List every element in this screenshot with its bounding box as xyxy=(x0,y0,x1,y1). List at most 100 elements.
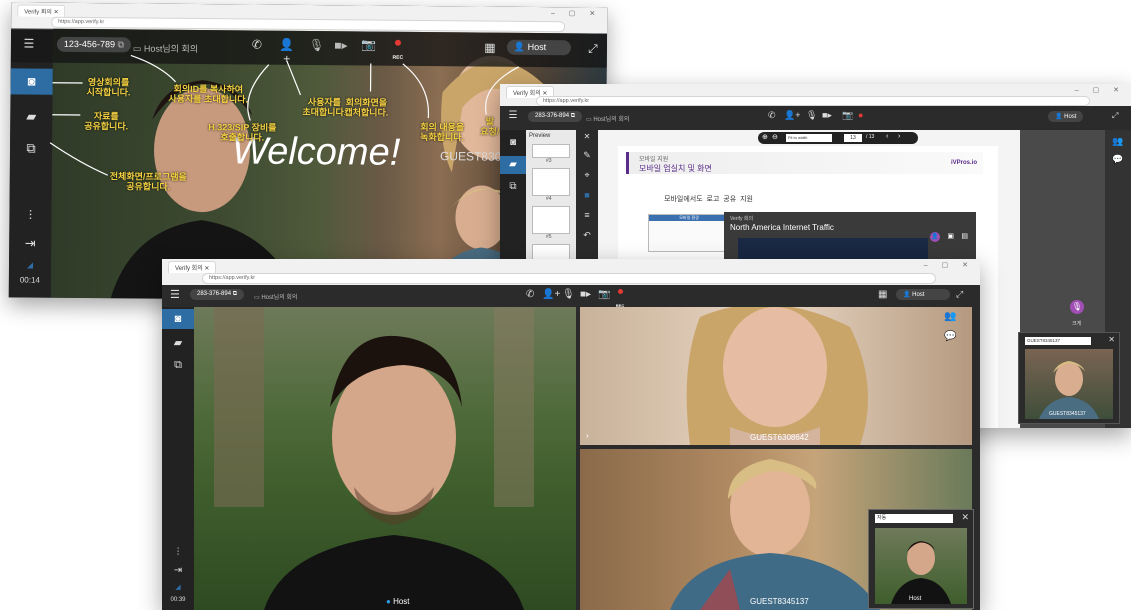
pen-icon[interactable]: ✎ xyxy=(576,150,598,161)
guest1-label: GUEST6308642 xyxy=(750,433,809,442)
traffic-title: North America Internet Traffic xyxy=(730,223,834,232)
traffic-source: Verify 회의 xyxy=(730,216,754,222)
lines-icon[interactable]: ≡ xyxy=(576,210,598,220)
preview-thumb-2[interactable] xyxy=(532,168,570,196)
address-bar[interactable]: https://app.verify.kr xyxy=(202,273,936,284)
settings-sliders-icon[interactable]: ⫶ xyxy=(162,547,194,558)
capture-icon[interactable]: 📷 xyxy=(598,289,610,300)
expand-icon[interactable]: ⤢ xyxy=(956,289,963,300)
host-figure xyxy=(214,307,534,610)
speaker-avatar-icon[interactable]: 👤 xyxy=(930,232,940,242)
doc-menu: 모바일에서도 로고 공유 지원 xyxy=(664,196,753,203)
screen-icon[interactable]: ▤ xyxy=(961,232,968,240)
zoom-out-icon[interactable]: ⊖ xyxy=(772,133,778,141)
screen-share-icon[interactable]: ⧉ xyxy=(162,355,194,375)
user-pill[interactable]: 👤 Host xyxy=(1048,111,1084,122)
signal-icon: ◢ xyxy=(175,584,181,591)
url-text: https://app.verify.kr xyxy=(209,275,256,281)
side-label: 크게 xyxy=(1072,321,1082,327)
preview-thumb-label-3: #5 xyxy=(546,234,552,240)
prev-page-icon[interactable]: ‹ xyxy=(886,133,888,140)
screen-share-icon[interactable]: ⧉ xyxy=(500,178,526,196)
meeting-name: ▭ Host님의 회의 xyxy=(586,117,630,123)
preview-thumb-1[interactable] xyxy=(532,144,570,158)
menu-icon[interactable]: ☰ xyxy=(506,110,520,121)
mic-active-icon[interactable]: 🎙 xyxy=(1070,300,1084,314)
preview-title: Preview xyxy=(529,133,551,139)
pointer-icon[interactable]: ⌖ xyxy=(576,170,598,181)
camera-off-icon[interactable]: ▣ xyxy=(947,232,954,240)
video-meeting-icon[interactable]: ◙ xyxy=(500,134,526,152)
guest-select[interactable]: GUEST8345137 xyxy=(1025,337,1091,345)
camera-icon[interactable]: ■▸ xyxy=(822,110,832,121)
self-pip-video xyxy=(875,528,967,604)
tab-title: Verify 회의 xyxy=(513,91,541,97)
url-text: https://app.verify.kr xyxy=(543,98,590,104)
doc-tag: 모바일 지원 xyxy=(639,157,669,163)
timer: 00:39 xyxy=(170,597,186,603)
pip-close-icon[interactable]: ✕ xyxy=(961,512,969,523)
menu-icon[interactable]: ☰ xyxy=(170,288,180,301)
preview-thumb-3[interactable] xyxy=(532,206,570,234)
layout-grid-icon[interactable]: ▦ xyxy=(878,289,887,300)
pip-select[interactable]: 자동 xyxy=(875,514,953,523)
doc-header: 모바일 지원 모바일 업실치 및 화면 iVPros.io xyxy=(626,152,983,174)
address-bar[interactable]: https://app.verify.kr xyxy=(536,96,1090,106)
meeting-id-pill[interactable]: 283-376-894 ⧉ xyxy=(190,289,244,300)
browser-chrome: Verify 회의 ✕ – ▢ ✕ https://app.verify.kr xyxy=(162,259,980,286)
meeting-id: 283-376-894 xyxy=(535,113,570,119)
host-label: ● Host xyxy=(386,597,410,606)
zoom-in-icon[interactable]: ⊕ xyxy=(762,133,768,141)
capture-icon[interactable]: 📷 xyxy=(842,110,853,121)
guest1-figure xyxy=(686,307,868,445)
window-controls[interactable]: – ▢ ✕ xyxy=(924,261,974,269)
host-video[interactable]: ● Host xyxy=(194,307,576,610)
record-icon[interactable]: ● xyxy=(858,110,863,120)
host-label-text: Host xyxy=(393,597,410,606)
user-pill[interactable]: 👤 Host xyxy=(896,289,950,300)
guest-pip-video xyxy=(1025,349,1113,419)
phone-icon[interactable]: ✆ xyxy=(526,289,534,300)
expand-icon[interactable]: ⤢ xyxy=(1112,111,1118,121)
participants-icon[interactable]: 👥 xyxy=(944,311,956,322)
close-panel-icon[interactable]: ✕ xyxy=(576,132,598,141)
page-total: / 13 xyxy=(866,134,875,140)
exit-icon[interactable]: ⇥ xyxy=(162,565,194,576)
mic-icon[interactable]: 🎙 xyxy=(562,289,575,300)
guest2-label: GUEST8345137 xyxy=(750,597,809,606)
browser-chrome: Verify 회의 ✕ – ▢ ✕ https://app.verify.kr xyxy=(500,84,1131,107)
guest1-expand-icon[interactable]: › xyxy=(586,431,589,440)
meeting-toolbar: ☰ 283-376-894 ⧉ ▭ Host님의 회의 ✆ 👤+ 🎙 ■▸ 📷 … xyxy=(500,106,1131,130)
window-controls[interactable]: – ▢ ✕ xyxy=(1075,86,1125,94)
add-user-icon[interactable]: 👤+ xyxy=(542,289,560,300)
folder-icon[interactable]: ▰ xyxy=(500,156,526,174)
participants-icon[interactable]: 👥 xyxy=(1105,136,1131,147)
preview-thumb-label-2: #4 xyxy=(546,196,552,202)
user-name: Host xyxy=(912,292,925,298)
sidebar: ◙ ▰ ⧉ ⫶ ⇥ ◢ 00:39 xyxy=(162,307,194,610)
self-pip: 자동 ✕ Host xyxy=(868,509,974,609)
guest1-video[interactable]: GUEST6308642 › xyxy=(580,307,972,445)
page-input[interactable]: 13 xyxy=(844,134,862,142)
zoom-select[interactable]: Fit to width xyxy=(786,134,832,142)
meeting-id-pill[interactable]: 283-376-894 ⧉ xyxy=(528,111,582,122)
color-icon[interactable]: ■ xyxy=(576,190,598,200)
pip-close-icon[interactable]: ✕ xyxy=(1108,335,1115,344)
chat-icon[interactable]: 💬 xyxy=(944,331,956,342)
self-pip-label: Host xyxy=(909,596,922,602)
mic-icon[interactable]: 🎙 xyxy=(806,110,817,121)
tab-title: Verify 회의 xyxy=(175,266,203,272)
browser-tab[interactable]: Verify 회의 ✕ xyxy=(168,261,217,273)
phone-icon[interactable]: ✆ xyxy=(768,110,776,121)
chat-icon[interactable]: 💬 xyxy=(1105,154,1131,165)
next-page-icon[interactable]: › xyxy=(898,133,900,140)
folder-icon[interactable]: ▰ xyxy=(162,333,194,353)
undo-icon[interactable]: ↶ xyxy=(576,230,598,241)
meeting-name: ▭ Host님의 회의 xyxy=(254,295,298,301)
meeting-name-text: Host님의 회의 xyxy=(261,295,298,301)
camera-icon[interactable]: ■▸ xyxy=(580,289,591,300)
meeting-name-text: Host님의 회의 xyxy=(593,117,630,123)
video-meeting-icon[interactable]: ◙ xyxy=(162,309,194,329)
add-user-icon[interactable]: 👤+ xyxy=(784,110,800,121)
window-gallery: Verify 회의 ✕ – ▢ ✕ https://app.verify.kr … xyxy=(162,259,980,610)
